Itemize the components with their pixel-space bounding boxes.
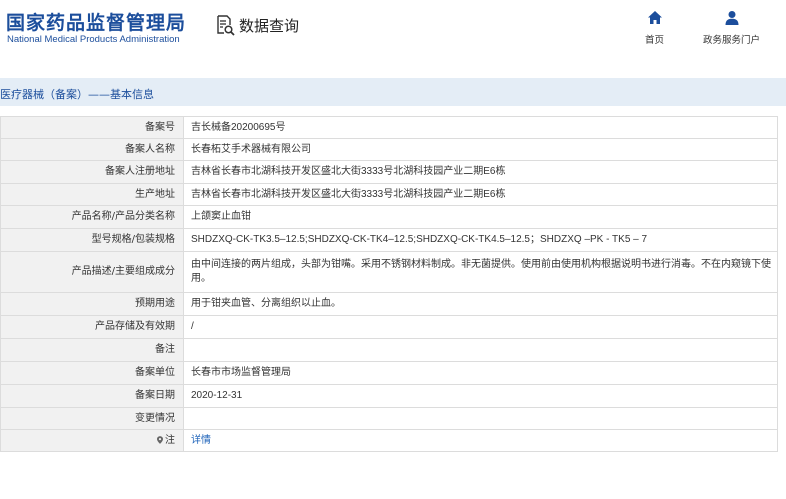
row-label-filing-unit: 备案单位	[0, 361, 184, 385]
row-label-filing-date: 备案日期	[0, 384, 184, 408]
table-row: 变更情况	[0, 407, 778, 430]
row-value-record-number: 吉长械备20200695号	[183, 116, 778, 139]
row-label-intended-use: 预期用途	[0, 292, 184, 316]
row-label-note: 注	[0, 429, 184, 452]
row-value-product-name: 上颌窦止血钳	[183, 205, 778, 229]
row-value-registrant-address: 吉林省长春市北湖科技开发区盛北大街3333号北湖科技园产业二期E6栋	[183, 160, 778, 184]
home-icon	[647, 11, 662, 24]
breadcrumb: 医疗器械（备案）——基本信息	[0, 88, 154, 101]
row-label-remarks: 备注	[0, 338, 184, 362]
row-value-storage-validity: /	[183, 315, 778, 339]
row-value-filing-unit: 长春市市场监督管理局	[183, 361, 778, 385]
row-value-product-description: 由中间连接的两片组成，头部为钳嘴。采用不锈钢材料制成。非无菌提供。使用前由使用机…	[183, 251, 778, 293]
row-value-filing-date: 2020-12-31	[183, 384, 778, 408]
table-row: 生产地址 吉林省长春市北湖科技开发区盛北大街3333号北湖科技园产业二期E6栋	[0, 183, 778, 206]
document-search-icon	[217, 15, 235, 36]
data-query-label: 数据查询	[239, 16, 300, 35]
site-header: 国家药品监督管理局 National Medical Products Admi…	[0, 0, 786, 78]
details-link[interactable]: 详情	[191, 435, 211, 446]
row-value-registrant-name: 长春柘艾手术器械有限公司	[183, 138, 778, 161]
site-logo-title[interactable]: 国家药品监督管理局	[6, 8, 186, 35]
table-row: 备案号 吉长械备20200695号	[0, 116, 778, 139]
user-icon	[725, 11, 738, 25]
table-row: 备案人注册地址 吉林省长春市北湖科技开发区盛北大街3333号北湖科技园产业二期E…	[0, 160, 778, 184]
row-label-registrant-address: 备案人注册地址	[0, 160, 184, 184]
row-value-remarks	[183, 338, 778, 362]
data-query-heading[interactable]: 数据查询	[215, 14, 299, 36]
nav-home[interactable]: 首页	[645, 10, 664, 47]
nav-government-services[interactable]: 政务服务门户	[703, 10, 760, 47]
row-label-changes: 变更情况	[0, 407, 184, 430]
row-label-storage-validity: 产品存储及有效期	[0, 315, 184, 339]
row-value-note: 详情	[183, 429, 778, 452]
row-value-changes	[183, 407, 778, 430]
nav-government-services-label: 政务服务门户	[703, 35, 761, 46]
row-value-intended-use: 用于钳夹血管、分离组织以止血。	[183, 292, 778, 316]
row-label-product-description: 产品描述/主要组成成分	[0, 251, 184, 293]
table-row: 备案单位 长春市市场监督管理局	[0, 361, 778, 385]
table-row: 产品存储及有效期 /	[0, 315, 778, 339]
row-value-production-address: 吉林省长春市北湖科技开发区盛北大街3333号北湖科技园产业二期E6栋	[183, 183, 778, 206]
row-label-production-address: 生产地址	[0, 183, 184, 206]
row-label-registrant-name: 备案人名称	[0, 138, 184, 161]
table-row: 产品名称/产品分类名称 上颌窦止血钳	[0, 205, 778, 229]
record-table: 备案号 吉长械备20200695号 备案人名称 长春柘艾手术器械有限公司 备案人…	[0, 116, 778, 452]
table-row: 备案日期 2020-12-31	[0, 384, 778, 408]
table-row: 型号规格/包装规格 SHDZXQ-CK-TK3.5–12.5;SHDZXQ-CK…	[0, 228, 778, 252]
row-value-model-spec: SHDZXQ-CK-TK3.5–12.5;SHDZXQ-CK-TK4–12.5;…	[183, 228, 778, 252]
row-label-product-name: 产品名称/产品分类名称	[0, 205, 184, 229]
note-label-text: 注	[165, 434, 175, 446]
table-row: 预期用途 用于钳夹血管、分离组织以止血。	[0, 292, 778, 316]
table-row: 备注	[0, 338, 778, 362]
table-row: 产品描述/主要组成成分 由中间连接的两片组成，头部为钳嘴。采用不锈钢材料制成。非…	[0, 251, 778, 293]
table-row: 备案人名称 长春柘艾手术器械有限公司	[0, 138, 778, 161]
row-label-record-number: 备案号	[0, 116, 184, 139]
row-label-model-spec: 型号规格/包装规格	[0, 228, 184, 252]
table-row: 注 详情	[0, 429, 778, 452]
location-pin-icon	[157, 435, 163, 444]
nav-home-label: 首页	[645, 35, 665, 46]
site-logo-subtitle: National Medical Products Administration	[7, 34, 180, 45]
